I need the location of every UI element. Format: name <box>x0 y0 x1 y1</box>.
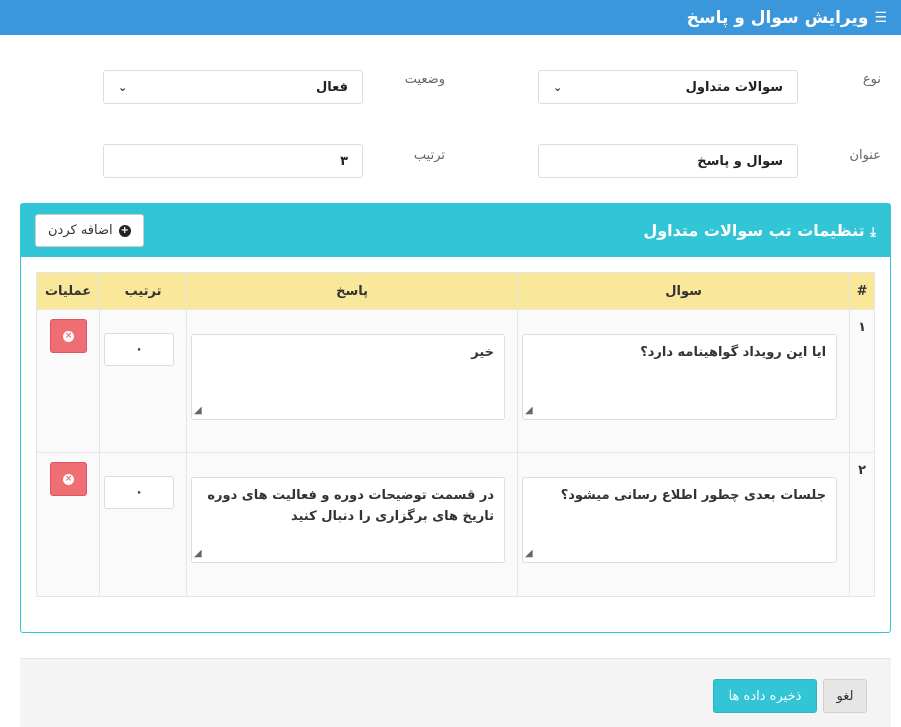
answer-text: خیر <box>471 345 495 360</box>
col-header-num: # <box>849 272 875 310</box>
delete-row-button[interactable]: × <box>50 462 87 496</box>
order-input[interactable]: ۳ <box>103 144 363 178</box>
form-footer: لغو ذخیره داده ها <box>20 658 891 727</box>
chevron-down-icon: ⌄ <box>118 80 128 94</box>
actions-cell: × <box>35 452 101 597</box>
save-button[interactable]: ذخیره داده ها <box>713 679 817 713</box>
type-select[interactable]: سوالات متداول ⌄ <box>538 70 798 104</box>
answer-cell: در قسمت توضیحات دوره و فعالیت های دوره ت… <box>186 452 519 597</box>
close-circle-icon: × <box>63 330 74 342</box>
close-circle-icon: × <box>63 473 74 485</box>
order-input-value: ۳ <box>340 153 348 169</box>
question-text: جلسات بعدی چطور اطلاع رسانی میشود؟ <box>560 488 827 503</box>
cancel-button[interactable]: لغو <box>823 679 867 713</box>
delete-row-button[interactable]: × <box>50 319 87 353</box>
resize-grip-icon[interactable]: ◢ <box>194 403 202 419</box>
row-number: ۲ <box>849 452 875 597</box>
order-cell: ۰ <box>99 452 188 597</box>
table-row: ۱ ایا این رویداد گواهینامه دارد؟ ◢ خیر ◢… <box>35 309 875 453</box>
faq-table: # سوال پاسخ ترتیب عملیات ۱ ایا این رویدا… <box>35 272 875 597</box>
col-header-order: ترتیب <box>99 272 188 310</box>
panel-header: ⤓ تنظیمات تب سوالات متداول + اضافه کردن <box>21 204 890 257</box>
panel-title-wrap: ⤓ تنظیمات تب سوالات متداول <box>643 221 876 240</box>
resize-grip-icon[interactable]: ◢ <box>525 403 533 419</box>
answer-text: در قسمت توضیحات دوره و فعالیت های دوره ت… <box>207 488 495 524</box>
table-row: ۲ جلسات بعدی چطور اطلاع رسانی میشود؟ ◢ د… <box>35 452 875 597</box>
col-header-question: سوال <box>517 272 851 310</box>
row-number: ۱ <box>849 309 875 453</box>
status-select-value: فعال <box>315 79 348 95</box>
question-textarea[interactable]: جلسات بعدی چطور اطلاع رسانی میشود؟ ◢ <box>522 477 838 563</box>
answer-cell: خیر ◢ <box>186 309 519 453</box>
title-input[interactable]: سوال و پاسخ <box>538 144 798 178</box>
page-title: ویرایش سوال و پاسخ <box>686 7 869 28</box>
row-order-input[interactable]: ۰ <box>104 333 175 366</box>
list-icon: ☰ <box>874 9 887 26</box>
resize-grip-icon[interactable]: ◢ <box>525 546 533 562</box>
row-order-input[interactable]: ۰ <box>104 476 175 509</box>
answer-textarea[interactable]: خیر ◢ <box>191 334 506 420</box>
faq-settings-panel: ⤓ تنظیمات تب سوالات متداول + اضافه کردن … <box>20 203 891 633</box>
status-select[interactable]: فعال ⌄ <box>103 70 363 104</box>
answer-textarea[interactable]: در قسمت توضیحات دوره و فعالیت های دوره ت… <box>191 477 506 563</box>
type-select-value: سوالات متداول <box>685 79 783 95</box>
download-icon: ⤓ <box>870 225 876 240</box>
question-cell: ایا این رویداد گواهینامه دارد؟ ◢ <box>517 309 851 453</box>
table-header-row: # سوال پاسخ ترتیب عملیات <box>35 272 875 310</box>
question-text: ایا این رویداد گواهینامه دارد؟ <box>640 345 827 360</box>
actions-cell: × <box>35 309 101 453</box>
add-button-label: اضافه کردن <box>48 223 113 238</box>
title-label: عنوان <box>849 148 881 163</box>
order-label: ترتیب <box>413 148 445 163</box>
question-textarea[interactable]: ایا این رویداد گواهینامه دارد؟ ◢ <box>522 334 838 420</box>
add-button[interactable]: + اضافه کردن <box>35 214 144 247</box>
panel-title: تنظیمات تب سوالات متداول <box>643 221 865 240</box>
chevron-down-icon: ⌄ <box>553 80 563 94</box>
page-header: ☰ ویرایش سوال و پاسخ <box>0 0 901 35</box>
col-header-answer: پاسخ <box>186 272 519 310</box>
type-label: نوع <box>862 72 881 87</box>
status-label: وضعیت <box>404 72 445 87</box>
question-cell: جلسات بعدی چطور اطلاع رسانی میشود؟ ◢ <box>517 452 851 597</box>
order-cell: ۰ <box>99 309 188 453</box>
resize-grip-icon[interactable]: ◢ <box>194 546 202 562</box>
plus-circle-icon: + <box>118 224 131 237</box>
col-header-actions: عملیات <box>35 272 101 310</box>
title-input-value: سوال و پاسخ <box>697 153 783 169</box>
